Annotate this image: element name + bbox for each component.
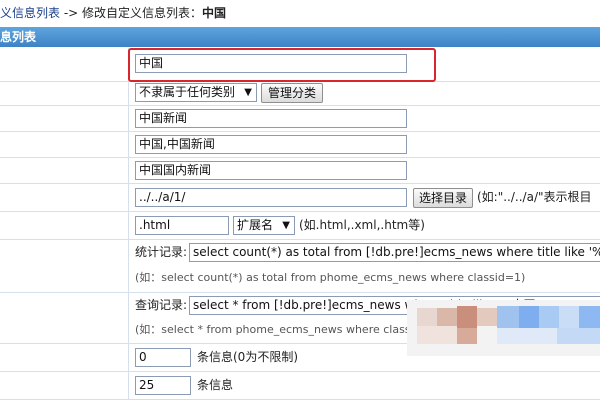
keywords-input[interactable]: 中国,中国新闻 bbox=[135, 135, 407, 154]
breadcrumb: 义信息列表 -> 修改自定义信息列表：中国 bbox=[0, 0, 600, 26]
extension-select[interactable]: 扩展名 ▼ bbox=[233, 216, 295, 235]
choose-directory-button[interactable]: 选择目录 bbox=[413, 188, 473, 208]
info-count-input[interactable]: 0 bbox=[135, 348, 191, 367]
row-label-cell bbox=[0, 158, 129, 183]
path-hint: (如:"../../a/"表示根目 bbox=[477, 190, 592, 204]
form-row-description: 中国国内新闻 bbox=[0, 158, 600, 184]
breadcrumb-prefix: 修改自定义信息列表： bbox=[82, 6, 203, 20]
category-select-value: 不隶属于任何类别 bbox=[139, 85, 236, 99]
form-row-name: 中国 bbox=[0, 48, 600, 82]
row-label-cell bbox=[0, 344, 129, 371]
query-sql-example: (如：select * from phome_ecms_news where c… bbox=[135, 323, 442, 336]
pixelated-watermark bbox=[407, 300, 600, 356]
stat-sql-label: 统计记录: bbox=[135, 245, 188, 259]
breadcrumb-list-link[interactable]: 义信息列表 bbox=[0, 6, 60, 20]
stat-sql-input[interactable]: select count(*) as total from [!db.pre!]… bbox=[189, 243, 600, 262]
row-label-cell bbox=[0, 372, 129, 399]
form-row-keywords: 中国,中国新闻 bbox=[0, 132, 600, 158]
form-row-path: ../../a/1/ 选择目录 (如:"../../a/"表示根目 bbox=[0, 184, 600, 212]
section-header-title: 息列表 bbox=[0, 30, 37, 44]
row-label-cell bbox=[0, 132, 129, 157]
category-select[interactable]: 不隶属于任何类别 ▼ bbox=[135, 83, 257, 102]
manage-category-button[interactable]: 管理分类 bbox=[261, 83, 323, 103]
form-row-per-page: 25 条信息 bbox=[0, 372, 600, 400]
title-input[interactable]: 中国新闻 bbox=[135, 109, 407, 128]
form-row-stat-sql: 统计记录: select count(*) as total from [!db… bbox=[0, 240, 600, 293]
dropdown-arrow-icon: ▼ bbox=[282, 220, 290, 231]
form-row-extension: .html 扩展名 ▼ (如.html,.xml,.htm等) bbox=[0, 212, 600, 240]
row-label-cell bbox=[0, 106, 129, 131]
form-row-title: 中国新闻 bbox=[0, 106, 600, 132]
form-row-category: 不隶属于任何类别 ▼ 管理分类 bbox=[0, 82, 600, 106]
extension-input[interactable]: .html bbox=[135, 216, 229, 235]
row-label-cell bbox=[0, 212, 129, 239]
extension-select-value: 扩展名 bbox=[237, 218, 274, 232]
name-input[interactable]: 中国 bbox=[135, 54, 407, 73]
stat-sql-example: (如：select count(*) as total from phome_e… bbox=[135, 271, 526, 284]
path-input[interactable]: ../../a/1/ bbox=[135, 188, 407, 207]
section-header: 息列表 bbox=[0, 27, 600, 47]
breadcrumb-current: 中国 bbox=[202, 6, 227, 20]
row-label-cell bbox=[0, 82, 129, 105]
per-page-input[interactable]: 25 bbox=[135, 376, 191, 395]
row-label-cell bbox=[0, 184, 129, 211]
dropdown-arrow-icon: ▼ bbox=[244, 87, 252, 98]
info-count-hint: 条信息(0为不限制) bbox=[197, 350, 298, 364]
row-label-cell bbox=[0, 293, 129, 343]
extension-hint: (如.html,.xml,.htm等) bbox=[299, 218, 425, 232]
breadcrumb-separator: -> bbox=[60, 6, 83, 20]
row-label-cell bbox=[0, 240, 129, 292]
query-sql-label: 查询记录: bbox=[135, 298, 188, 312]
description-input[interactable]: 中国国内新闻 bbox=[135, 161, 407, 180]
per-page-hint: 条信息 bbox=[197, 378, 234, 392]
row-label-cell bbox=[0, 48, 129, 81]
